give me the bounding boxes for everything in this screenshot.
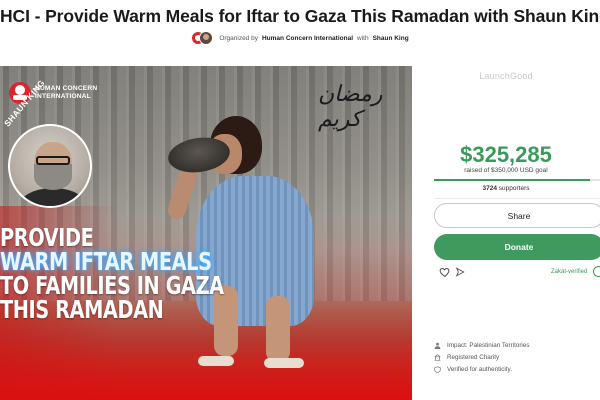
progress-bar-fill xyxy=(434,179,591,181)
raised-amount: $325,285 xyxy=(460,142,552,167)
shaun-king-avatar xyxy=(199,31,214,45)
shield-check-icon xyxy=(434,366,441,373)
info-text: Registered Charity xyxy=(447,354,500,361)
shaun-glasses xyxy=(36,156,70,165)
shaun-king-photo xyxy=(8,124,92,208)
headline-line: THIS RAMADAN xyxy=(0,295,164,324)
share-icon[interactable] xyxy=(455,267,465,277)
donate-button[interactable]: Donate xyxy=(434,234,600,260)
child-sandal xyxy=(198,356,234,366)
progress-bar xyxy=(434,179,600,181)
hero-headline: PROVIDE WARM IFTAR MEALS TO FAMILIES IN … xyxy=(0,225,300,324)
donation-panel: LaunchGood $325,285 raised of $350,000 U… xyxy=(412,66,600,400)
supporters-label: supporters xyxy=(498,185,530,192)
child-sandal xyxy=(264,358,304,368)
shaun-beard xyxy=(34,164,72,190)
info-registered: Registered Charity xyxy=(434,354,499,361)
person-icon xyxy=(434,342,441,349)
info-verified: Verified for authenticity. xyxy=(434,366,512,373)
divider xyxy=(434,198,600,199)
organizer-avatars[interactable] xyxy=(191,31,214,45)
organized-by-label: Organized by xyxy=(219,34,258,42)
ramadan-kareem-calligraphy: رمضان كريم xyxy=(318,82,383,132)
share-button[interactable]: Share xyxy=(434,203,600,228)
hci-logo-text: HUMAN CONCERN INTERNATIONAL xyxy=(35,85,98,100)
campaign-hero-image: HUMAN CONCERN INTERNATIONAL SHAUN KING ر… xyxy=(0,66,412,400)
zakat-verified-label: Zakat-verified xyxy=(551,269,588,275)
organizer-line: Organized by Human Concern International… xyxy=(0,31,600,45)
info-impact: Impact: Palestinian Territories xyxy=(434,342,529,349)
launchgood-logo: LaunchGood xyxy=(479,71,533,81)
organizer-with-label: with xyxy=(357,34,369,42)
zakat-check-icon xyxy=(593,266,600,277)
building-icon xyxy=(434,354,441,361)
supporters-count: 3724 supporters xyxy=(412,185,600,192)
organizer-person-link[interactable]: Shaun King xyxy=(373,35,409,42)
info-text: Verified for authenticity. xyxy=(447,366,512,373)
goal-text: raised of $350,000 USD goal xyxy=(464,167,548,174)
organizer-org-link[interactable]: Human Concern International xyxy=(262,35,353,42)
campaign-title: HCI - Provide Warm Meals for Iftar to Ga… xyxy=(0,6,600,26)
shaun-body xyxy=(18,188,88,206)
info-text: Impact: Palestinian Territories xyxy=(447,342,530,349)
supporters-number: 3724 xyxy=(482,185,497,192)
heart-icon[interactable] xyxy=(439,266,451,278)
